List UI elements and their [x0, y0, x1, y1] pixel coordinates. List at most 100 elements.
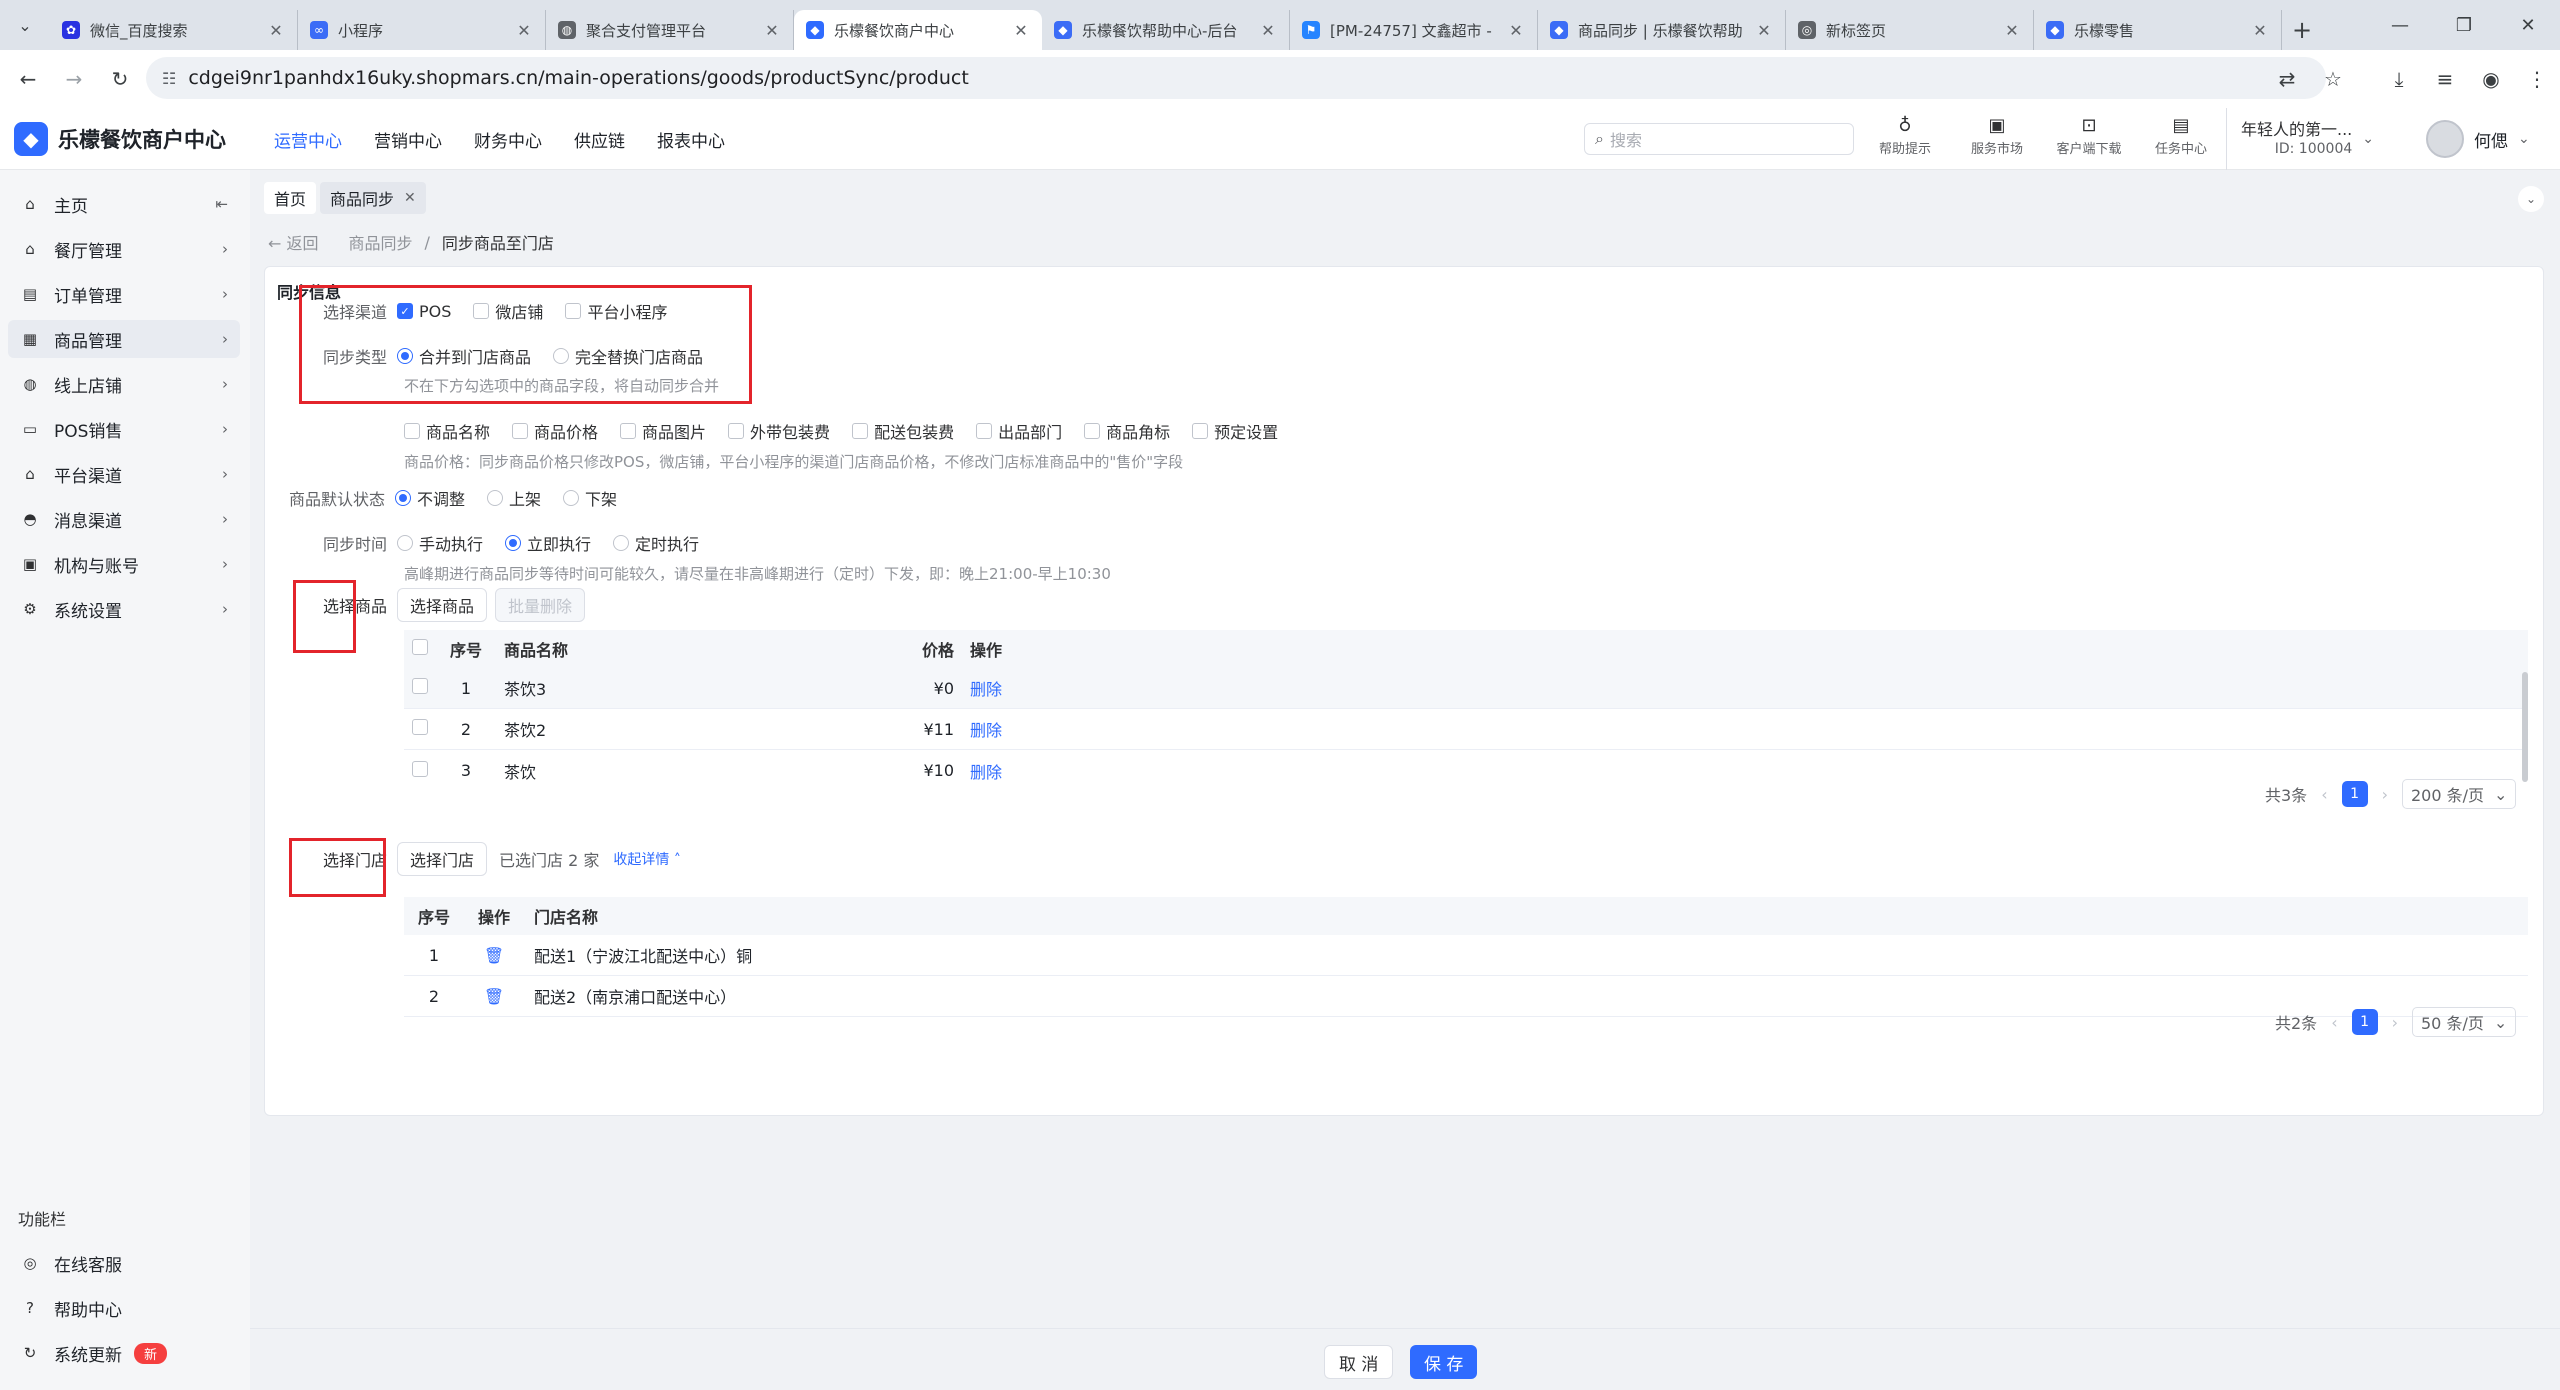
star-icon[interactable]: ☆	[2310, 67, 2356, 91]
row-checkbox[interactable]	[404, 760, 438, 781]
browser-tab[interactable]: ⚑ [PM-24757] 文鑫超市 - ✕	[1290, 10, 1538, 50]
table-row[interactable]: 3 茶饮 ¥10 删除	[404, 750, 2528, 791]
close-icon[interactable]: ✕	[515, 21, 533, 40]
close-icon[interactable]: ✕	[1012, 21, 1030, 40]
delete-link[interactable]: 删除	[964, 717, 1002, 741]
field-badge-checkbox[interactable]: 商品角标	[1084, 419, 1170, 443]
page-size-select[interactable]: 200 条/页 ⌄	[2402, 779, 2517, 809]
back-link[interactable]: ← 返回	[268, 230, 319, 254]
row-checkbox[interactable]	[404, 678, 438, 698]
sidebar-item-settings[interactable]: ⚙ 系统设置 ›	[8, 590, 240, 628]
sidebar-item-orders[interactable]: ▤ 订单管理 ›	[8, 275, 240, 313]
next-page-icon[interactable]: ›	[2392, 1013, 2398, 1032]
search-input[interactable]: ⌕ 搜索	[1584, 123, 1854, 155]
download-icon[interactable]: ⤓	[2376, 67, 2422, 91]
cancel-button[interactable]: 取 消	[1324, 1345, 1394, 1379]
close-icon[interactable]: ✕	[267, 21, 285, 40]
close-icon[interactable]: ✕	[2003, 21, 2021, 40]
collapse-tabs-icon[interactable]: ⌄	[2518, 186, 2544, 212]
trash-icon[interactable]: 🗑︎	[464, 987, 524, 1006]
media-icon[interactable]: ≡	[2422, 67, 2468, 91]
sidebar-item-restaurant[interactable]: ⌂ 餐厅管理 ›	[8, 230, 240, 268]
restore-icon[interactable]: ❐	[2432, 0, 2496, 50]
sidebar-item-online-store[interactable]: ◍ 线上店铺 ›	[8, 365, 240, 403]
status-off-shelf-radio[interactable]: 下架	[563, 486, 617, 510]
back-arrow-icon[interactable]: ←	[10, 61, 46, 97]
prev-page-icon[interactable]: ‹	[2321, 785, 2327, 804]
sidebar-item-online-service[interactable]: ◎ 在线客服	[8, 1244, 240, 1282]
next-page-icon[interactable]: ›	[2382, 785, 2388, 804]
time-manual-radio[interactable]: 手动执行	[397, 531, 483, 555]
user-menu[interactable]: 何偲 ⌄	[2426, 120, 2530, 158]
delete-link[interactable]: 删除	[964, 759, 1002, 783]
select-all-checkbox[interactable]	[404, 639, 438, 659]
close-icon[interactable]: ✕	[1507, 21, 1525, 40]
page-tab-home[interactable]: 首页	[264, 182, 317, 214]
prev-page-icon[interactable]: ‹	[2331, 1013, 2337, 1032]
account-switcher[interactable]: 年轻人的第一... ID: 100004 ⌄	[2226, 108, 2374, 170]
nav-marketing[interactable]: 营销中心	[374, 127, 442, 152]
sidebar-item-update[interactable]: ↻ 系统更新新	[8, 1334, 240, 1372]
page-size-select[interactable]: 50 条/页 ⌄	[2412, 1007, 2517, 1037]
table-scrollbar[interactable]	[2522, 672, 2528, 782]
breadcrumb-parent[interactable]: 商品同步	[349, 230, 413, 254]
row-checkbox[interactable]	[404, 719, 438, 739]
field-image-checkbox[interactable]: 商品图片	[620, 419, 706, 443]
select-store-button[interactable]: 选择门店	[397, 842, 488, 876]
service-market-button[interactable]: ▣ 服务市场	[1954, 116, 2040, 158]
browser-tab[interactable]: ◆ 商品同步 | 乐檬餐饮帮助 ✕	[1538, 10, 1786, 50]
sidebar-item-message[interactable]: ◓ 消息渠道 ›	[8, 500, 240, 538]
toggle-details-link[interactable]: 收起详情 ˄	[613, 849, 680, 869]
task-center-button[interactable]: ▤ 任务中心	[2138, 116, 2224, 158]
browser-tab[interactable]: ◆ 乐檬餐饮帮助中心-后台 ✕	[1042, 10, 1290, 50]
collapse-sidebar-icon[interactable]: ⇤	[215, 195, 228, 213]
sidebar-item-platform[interactable]: ⌂ 平台渠道 ›	[8, 455, 240, 493]
client-download-button[interactable]: ⊡ 客户端下载	[2046, 116, 2132, 158]
close-icon[interactable]: ✕	[404, 190, 416, 206]
translate-icon[interactable]: ⇄	[2264, 67, 2310, 91]
field-reservation-checkbox[interactable]: 预定设置	[1192, 419, 1278, 443]
sidebar-item-pos[interactable]: ▭ POS销售 ›	[8, 410, 240, 448]
table-row[interactable]: 1 茶饮3 ¥0 删除	[404, 668, 2528, 709]
reload-icon[interactable]: ↻	[102, 61, 138, 97]
browser-tab[interactable]: ∞ 小程序 ✕	[298, 10, 546, 50]
time-immediate-radio[interactable]: 立即执行	[505, 531, 591, 555]
close-window-icon[interactable]: ✕	[2496, 0, 2560, 50]
page-number[interactable]: 1	[2351, 1009, 2378, 1035]
sidebar-item-help[interactable]: ? 帮助中心	[8, 1289, 240, 1327]
site-info-icon[interactable]: ☷	[162, 69, 176, 88]
field-delivery-fee-checkbox[interactable]: 配送包装费	[852, 419, 954, 443]
delete-link[interactable]: 删除	[964, 676, 1002, 700]
trash-icon[interactable]: 🗑︎	[464, 946, 524, 965]
new-tab-icon[interactable]: +	[2282, 10, 2322, 50]
profile-icon[interactable]: ◉	[2468, 67, 2514, 91]
browser-tab[interactable]: ◆ 乐檬零售 ✕	[2034, 10, 2282, 50]
select-goods-button[interactable]: 选择商品	[397, 588, 488, 622]
browser-tab[interactable]: ◎ 新标签页 ✕	[1786, 10, 2034, 50]
sidebar-item-org-account[interactable]: ▣ 机构与账号 ›	[8, 545, 240, 583]
field-price-checkbox[interactable]: 商品价格	[512, 419, 598, 443]
table-row[interactable]: 1 🗑︎ 配送1（宁波江北配送中心）铜	[404, 935, 2528, 976]
close-icon[interactable]: ✕	[763, 21, 781, 40]
browser-tab[interactable]: ◍ 聚合支付管理平台 ✕	[546, 10, 794, 50]
time-scheduled-radio[interactable]: 定时执行	[613, 531, 699, 555]
table-row[interactable]: 2 🗑︎ 配送2（南京浦口配送中心）	[404, 976, 2528, 1017]
minimize-icon[interactable]: —	[2368, 0, 2432, 50]
browser-tab[interactable]: ✿ 微信_百度搜索 ✕	[50, 10, 298, 50]
save-button[interactable]: 保 存	[1410, 1345, 1478, 1379]
close-icon[interactable]: ✕	[1259, 21, 1277, 40]
status-on-shelf-radio[interactable]: 上架	[487, 486, 541, 510]
field-name-checkbox[interactable]: 商品名称	[404, 419, 490, 443]
nav-reports[interactable]: 报表中心	[657, 127, 725, 152]
nav-operations[interactable]: 运营中心	[274, 127, 342, 152]
close-icon[interactable]: ✕	[1755, 21, 1773, 40]
page-number[interactable]: 1	[2341, 781, 2368, 807]
field-department-checkbox[interactable]: 出品部门	[976, 419, 1062, 443]
address-bar[interactable]: ☷ cdgei9nr1panhdx16uky.shopmars.cn/main-o…	[146, 57, 2326, 99]
nav-finance[interactable]: 财务中心	[474, 127, 542, 152]
sidebar-item-home[interactable]: ⌂ 主页 ⇤	[8, 185, 240, 223]
browser-tab-active[interactable]: ◆ 乐檬餐饮商户中心 ✕	[794, 10, 1042, 50]
table-row[interactable]: 2 茶饮2 ¥11 删除	[404, 709, 2528, 750]
close-icon[interactable]: ✕	[2251, 21, 2269, 40]
forward-arrow-icon[interactable]: →	[56, 61, 92, 97]
